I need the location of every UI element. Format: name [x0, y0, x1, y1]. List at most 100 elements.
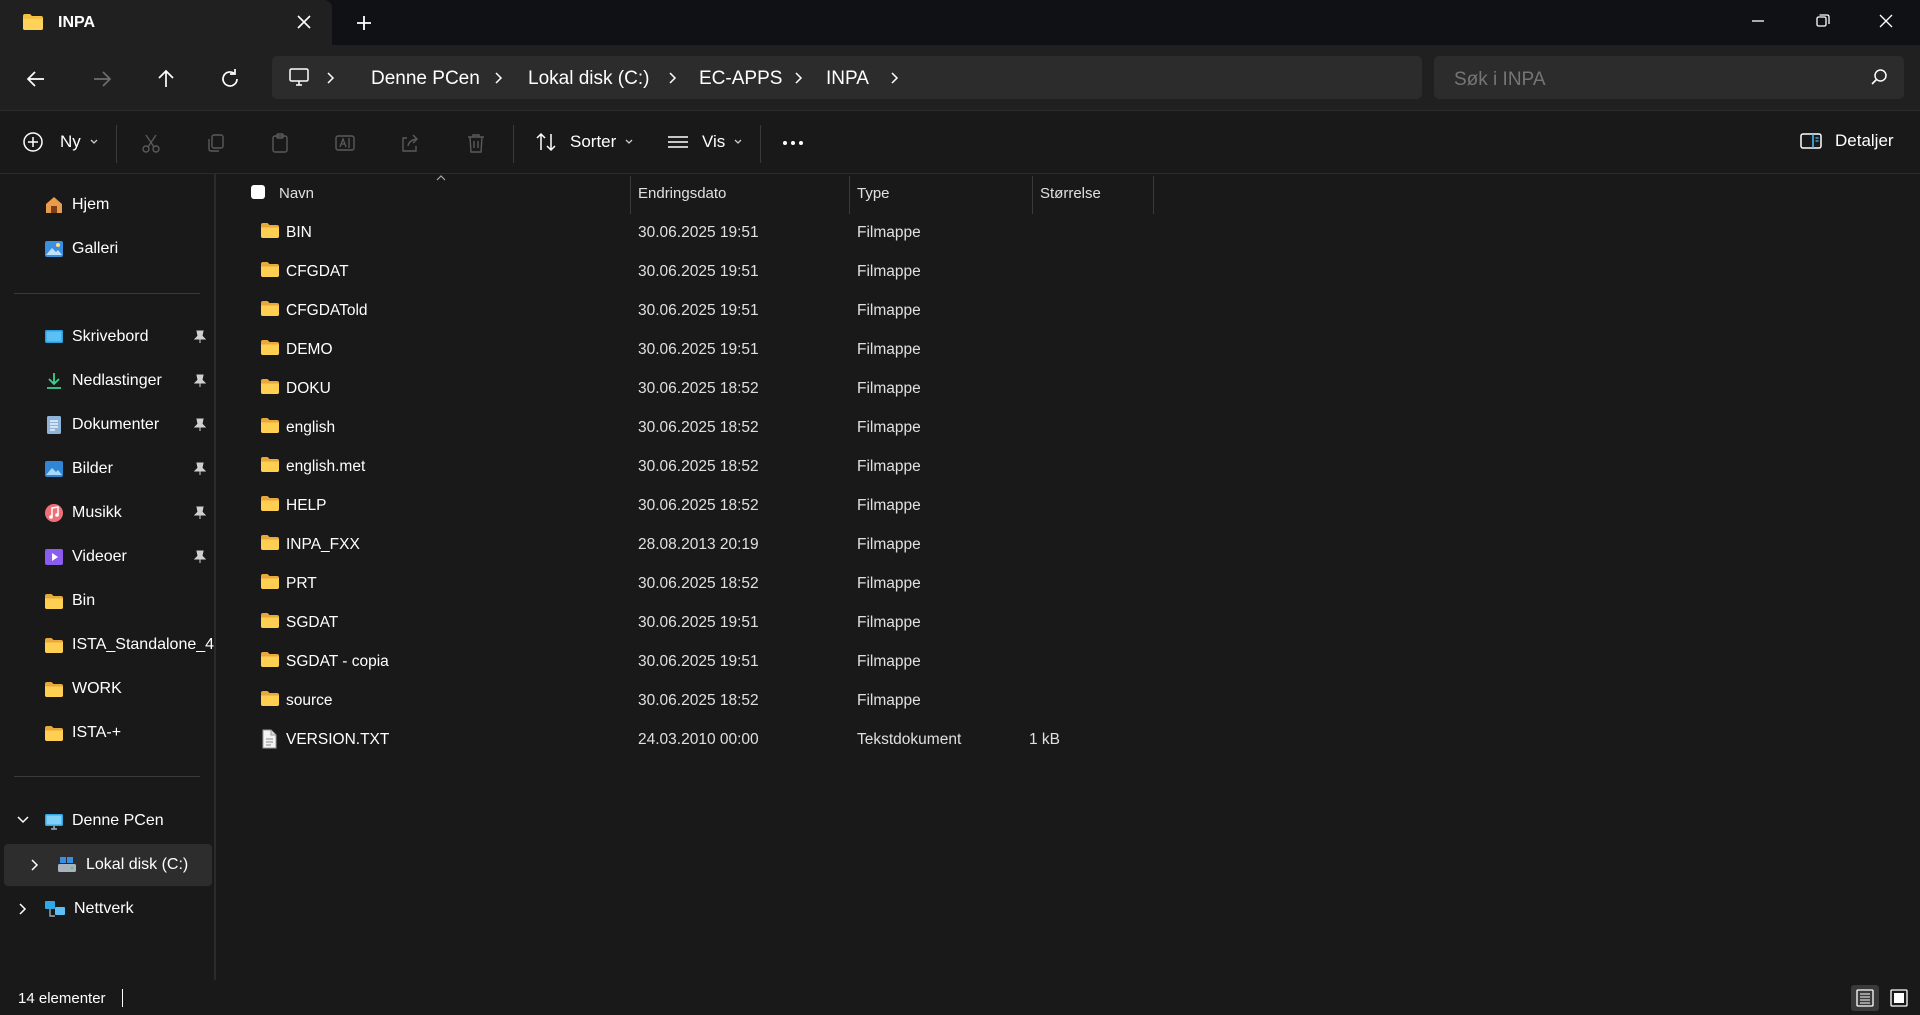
details-pane-icon: [1799, 131, 1823, 151]
column-date[interactable]: Endringsdato: [638, 185, 726, 202]
pin-icon[interactable]: [194, 330, 206, 344]
sidebar-item-work[interactable]: WORK: [44, 670, 122, 708]
table-row[interactable]: HELP 30.06.2025 18:52 Filmappe: [216, 486, 1156, 525]
pin-icon[interactable]: [194, 418, 206, 432]
table-row[interactable]: SGDAT - copia 30.06.2025 19:51 Filmappe: [216, 642, 1156, 681]
breadcrumb-denne-pcen[interactable]: Denne PCen: [371, 68, 480, 90]
sidebar-item-bilder[interactable]: Bilder: [44, 450, 113, 488]
sidebar-item-label: ISTA-+: [72, 724, 122, 741]
view-lines-icon: [666, 131, 690, 153]
sidebar-item-videoer[interactable]: Videoer: [44, 538, 127, 576]
rename-icon[interactable]: [334, 132, 356, 154]
table-row[interactable]: CFGDATold 30.06.2025 19:51 Filmappe: [216, 291, 1156, 330]
table-row[interactable]: DEMO 30.06.2025 19:51 Filmappe: [216, 330, 1156, 369]
paste-icon[interactable]: [269, 132, 291, 154]
details-view-button[interactable]: [1851, 985, 1879, 1011]
column-divider[interactable]: [630, 176, 631, 214]
breadcrumb-ec-apps[interactable]: EC-APPS: [699, 68, 782, 90]
folder-icon: [260, 300, 280, 317]
table-row[interactable]: DOKU 30.06.2025 18:52 Filmappe: [216, 369, 1156, 408]
column-size[interactable]: Størrelse: [1040, 185, 1101, 202]
file-date: 30.06.2025 19:51: [638, 341, 759, 358]
copy-icon[interactable]: [205, 132, 227, 154]
table-row[interactable]: source 30.06.2025 18:52 Filmappe: [216, 681, 1156, 720]
new-button[interactable]: Ny: [22, 131, 99, 153]
chevron-right-icon[interactable]: [792, 70, 804, 86]
share-icon[interactable]: [399, 132, 421, 154]
sidebar-item-nedlastinger[interactable]: Nedlastinger: [44, 362, 162, 400]
chevron-right-icon[interactable]: [666, 70, 678, 86]
window-close-button[interactable]: [1874, 11, 1898, 31]
table-row[interactable]: BIN 30.06.2025 19:51 Filmappe: [216, 213, 1156, 252]
delete-icon[interactable]: [465, 132, 487, 154]
view-button[interactable]: Vis: [666, 131, 743, 153]
breadcrumb-inpa[interactable]: INPA: [826, 68, 869, 90]
column-divider[interactable]: [1153, 176, 1154, 214]
file-date: 30.06.2025 19:51: [638, 302, 759, 319]
chevron-right-icon[interactable]: [16, 902, 28, 916]
table-row[interactable]: PRT 30.06.2025 18:52 Filmappe: [216, 564, 1156, 603]
chevron-right-icon[interactable]: [492, 70, 504, 86]
pin-icon[interactable]: [194, 462, 206, 476]
sidebar-item-hjem[interactable]: Hjem: [44, 186, 109, 224]
file-date: 24.03.2010 00:00: [638, 731, 759, 748]
file-type: Filmappe: [857, 380, 921, 397]
sidebar-item-denne-pcen[interactable]: Denne PCen: [44, 802, 164, 840]
back-button[interactable]: [24, 67, 48, 91]
sidebar-item-nettverk[interactable]: Nettverk: [44, 890, 134, 928]
chevron-down-icon[interactable]: [16, 814, 30, 826]
restore-button[interactable]: [1810, 11, 1834, 31]
sidebar-item-bin[interactable]: Bin: [44, 582, 95, 620]
sidebar-item-lokal-disk-c[interactable]: Lokal disk (C:): [56, 846, 188, 884]
chevron-right-icon[interactable]: [28, 858, 40, 872]
column-type[interactable]: Type: [857, 185, 890, 202]
up-button[interactable]: [154, 67, 178, 91]
table-row[interactable]: SGDAT 30.06.2025 19:51 Filmappe: [216, 603, 1156, 642]
file-type: Filmappe: [857, 575, 921, 592]
folder-icon: [260, 378, 280, 395]
forward-button[interactable]: [90, 67, 114, 91]
table-row[interactable]: VERSION.TXT 24.03.2010 00:00 Tekstdokument…: [216, 720, 1156, 759]
tab-inpa[interactable]: INPA: [0, 0, 332, 45]
details-pane-button[interactable]: Detaljer: [1799, 131, 1894, 151]
select-all-checkbox[interactable]: [250, 184, 266, 200]
sidebar-item-ista[interactable]: ISTA-+: [44, 714, 121, 752]
minimize-button[interactable]: [1746, 11, 1770, 31]
column-divider[interactable]: [849, 176, 850, 214]
status-bar: 14 elementer: [0, 980, 1920, 1015]
sidebar-item-label: Musikk: [72, 504, 122, 521]
sort-button[interactable]: Sorter: [534, 131, 634, 153]
file-name: english: [286, 419, 336, 436]
cut-icon[interactable]: [140, 132, 162, 154]
chevron-right-icon[interactable]: [888, 70, 900, 86]
table-row[interactable]: INPA_FXX 28.08.2013 20:19 Filmappe: [216, 525, 1156, 564]
chevron-right-icon[interactable]: [324, 70, 336, 86]
column-divider[interactable]: [1032, 176, 1033, 214]
sidebar-item-skrivebord[interactable]: Skrivebord: [44, 318, 148, 356]
more-options-icon[interactable]: [781, 139, 805, 147]
column-name[interactable]: Navn: [279, 185, 314, 202]
pin-icon[interactable]: [194, 506, 206, 520]
search-input[interactable]: [1452, 68, 1856, 92]
close-icon[interactable]: [296, 14, 312, 30]
tiles-view-button[interactable]: [1885, 985, 1913, 1011]
tab-title: INPA: [58, 14, 96, 31]
address-bar[interactable]: Denne PCen Lokal disk (C:) EC-APPS INPA: [272, 56, 1422, 99]
gallery-icon: [44, 239, 64, 259]
table-row[interactable]: CFGDAT 30.06.2025 19:51 Filmappe: [216, 252, 1156, 291]
breadcrumb-lokal-disk[interactable]: Lokal disk (C:): [528, 68, 649, 90]
sidebar-item-ista-standalone-4-3[interactable]: ISTA_Standalone_4.3: [44, 626, 214, 664]
sidebar-item-label: Nedlastinger: [72, 372, 162, 389]
new-tab-button[interactable]: [355, 14, 373, 32]
pin-icon[interactable]: [194, 550, 206, 564]
search-box[interactable]: [1434, 56, 1904, 99]
file-name: source: [286, 692, 333, 709]
pin-icon[interactable]: [194, 374, 206, 388]
sidebar-item-galleri[interactable]: Galleri: [44, 230, 118, 268]
table-row[interactable]: english 30.06.2025 18:52 Filmappe: [216, 408, 1156, 447]
refresh-button[interactable]: [218, 67, 242, 91]
sidebar-item-dokumenter[interactable]: Dokumenter: [44, 406, 159, 444]
search-icon[interactable]: [1870, 68, 1888, 86]
table-row[interactable]: english.met 30.06.2025 18:52 Filmappe: [216, 447, 1156, 486]
sidebar-item-musikk[interactable]: Musikk: [44, 494, 122, 532]
